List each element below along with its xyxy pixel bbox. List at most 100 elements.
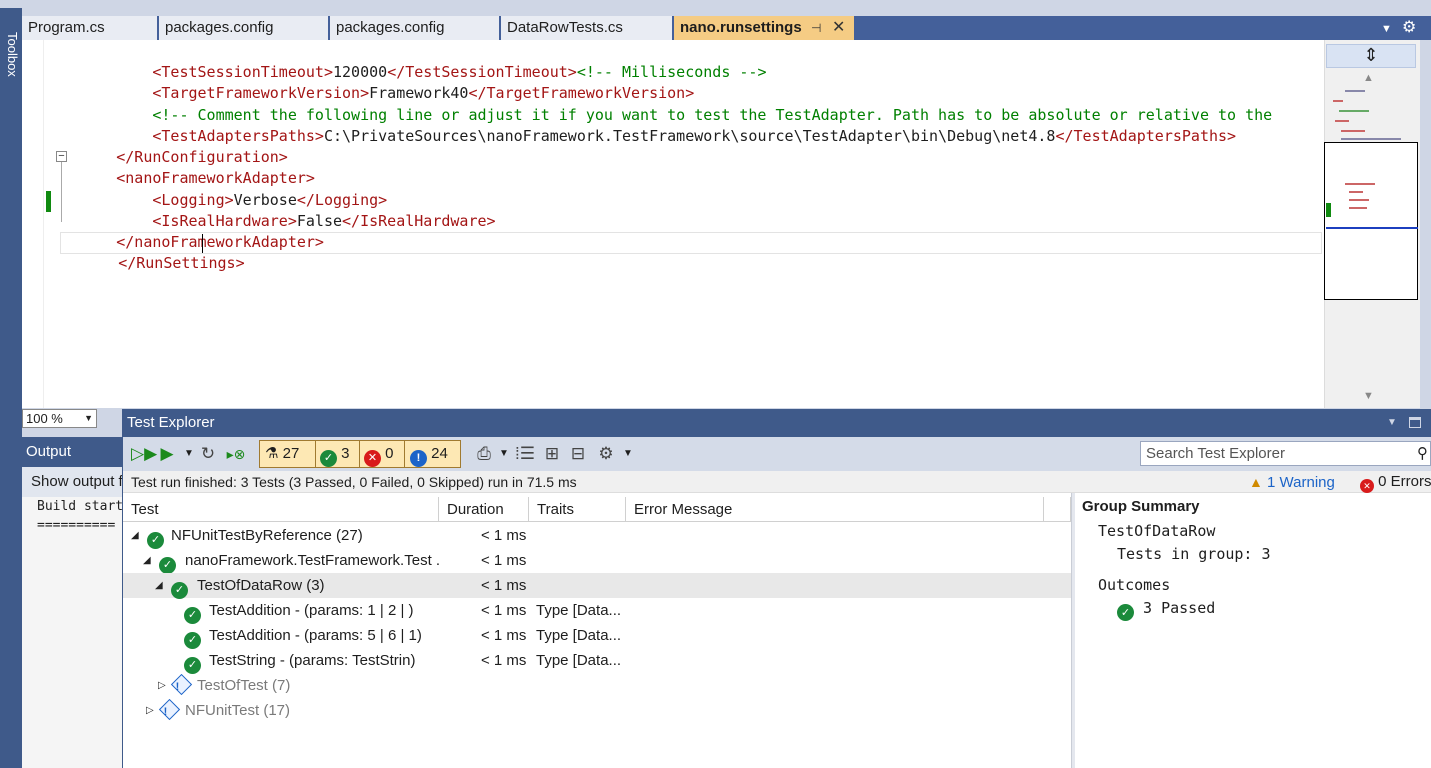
tab-label: packages.config	[336, 19, 445, 36]
scroll-down-icon[interactable]: ▼	[1363, 390, 1379, 402]
run-icon[interactable]: ▶	[159, 443, 175, 465]
tab-packages-config-1[interactable]: packages.config	[159, 16, 328, 40]
test-name: TestOfDataRow (3)	[197, 577, 325, 594]
code-line: <nanoFrameworkAdapter>	[44, 147, 315, 187]
scroll-up-icon[interactable]: ▲	[1363, 72, 1379, 84]
test-name: TestOfTest (7)	[197, 677, 291, 694]
tab-nano-runsettings[interactable]: nano.runsettings ⊣ ✕	[674, 16, 854, 40]
passed-icon: ✓	[184, 598, 201, 624]
test-row[interactable]: ▷ ! NFUnitTest (17)	[123, 698, 1071, 723]
error-icon: ✕	[1360, 479, 1374, 493]
output-source-selector[interactable]: Show output f	[22, 467, 123, 497]
test-row[interactable]: ◢ ✓ NFUnitTestByReference (27) < 1 ms	[123, 523, 1071, 549]
collapsed-arrow-icon[interactable]: ▷	[158, 673, 166, 698]
code-line: <TargetFrameworkVersion>Framework40</Tar…	[44, 62, 694, 102]
errors-indicator[interactable]: ✕ 0 Errors	[1360, 471, 1431, 493]
tab-label: nano.runsettings	[680, 19, 802, 36]
close-icon[interactable]: ✕	[832, 16, 848, 40]
test-duration: < 1 ms	[481, 552, 527, 569]
change-indicator	[46, 191, 51, 212]
tab-label: packages.config	[165, 19, 274, 36]
errors-label: 0 Errors	[1378, 473, 1431, 490]
test-row[interactable]: ✓ TestAddition - (params: 1 | 2 | ) < 1 …	[123, 598, 1071, 624]
output-pane-title[interactable]: Output	[22, 437, 123, 467]
column-header-duration[interactable]: Duration	[439, 497, 529, 522]
cancel-run-icon[interactable]: ▸⊗	[225, 443, 247, 465]
collapsed-arrow-icon[interactable]: ▷	[146, 698, 154, 723]
chevron-down-icon[interactable]: ▼	[498, 443, 510, 465]
code-editor[interactable]: <TestSessionTimeout>120000</TestSessionT…	[44, 40, 1324, 408]
expanded-arrow-icon[interactable]: ◢	[155, 573, 163, 598]
chevron-down-icon[interactable]: ▼	[183, 443, 195, 465]
xml-close-tag: </IsRealHardware>	[342, 212, 496, 230]
xml-close-tag: </RunSettings>	[118, 254, 245, 272]
toolbox-label[interactable]: Toolbox	[2, 32, 20, 78]
collapse-all-icon[interactable]: ⊟	[568, 443, 588, 465]
zoom-dropdown[interactable]: 100 % ▼	[22, 409, 97, 428]
warning-icon: ▲	[1249, 474, 1263, 490]
gear-icon[interactable]: ⚙	[596, 443, 616, 465]
tab-packages-config-2[interactable]: packages.config	[330, 16, 499, 40]
expanded-arrow-icon[interactable]: ◢	[143, 548, 151, 573]
test-row[interactable]: ✓ TestString - (params: TestStrin) < 1 m…	[123, 648, 1071, 674]
playlist-icon[interactable]: ⎙	[474, 443, 494, 465]
column-header-error-message[interactable]: Error Message	[626, 497, 1044, 522]
passed-tests-filter[interactable]: ✓ 3	[320, 443, 350, 467]
expand-all-icon[interactable]: ⊞	[542, 443, 562, 465]
code-line: <Logging>Verbose</Logging>	[44, 169, 387, 209]
xml-text: C:\PrivateSources\nanoFramework.TestFram…	[323, 127, 1056, 145]
minimap-change-marker	[1326, 203, 1331, 217]
test-duration: < 1 ms	[481, 527, 527, 544]
column-header-test[interactable]: Test	[123, 497, 439, 522]
group-name: TestOfDataRow	[1098, 522, 1216, 540]
tests-in-group-label: Tests in group:	[1117, 545, 1253, 563]
tab-datarowtests-cs[interactable]: DataRowTests.cs	[501, 16, 672, 40]
minimap-viewport[interactable]	[1324, 142, 1418, 300]
chevron-down-icon[interactable]: ▼	[622, 443, 634, 465]
notrun-tests-filter[interactable]: ! 24	[410, 443, 448, 467]
test-row[interactable]: ◢ ✓ TestOfDataRow (3) < 1 ms	[123, 573, 1071, 599]
failed-tests-filter[interactable]: ✕ 0	[364, 443, 394, 467]
editor-gutter	[22, 40, 44, 408]
error-icon: ✕	[364, 450, 381, 467]
column-header-traits[interactable]: Traits	[529, 497, 626, 522]
toolbox-strip[interactable]	[0, 8, 22, 768]
search-icon[interactable]: ⚲	[1417, 442, 1428, 465]
test-explorer-title[interactable]: Test Explorer	[122, 409, 1431, 437]
test-duration: < 1 ms	[481, 602, 527, 619]
test-row[interactable]: ◢ ✓ nanoFramework.TestFramework.Test . <…	[123, 548, 1071, 574]
test-row[interactable]: ✓ TestAddition - (params: 5 | 6 | 1) < 1…	[123, 623, 1071, 649]
run-all-icon[interactable]: ▷▶	[131, 443, 157, 465]
text-caret	[202, 234, 203, 253]
repeat-run-icon[interactable]: ↻	[199, 443, 217, 465]
split-icon[interactable]: ⇕	[1326, 44, 1416, 68]
test-row[interactable]: ▷ ! TestOfTest (7)	[123, 673, 1071, 698]
fold-guide	[61, 162, 62, 222]
tab-program-cs[interactable]: Program.cs	[22, 16, 157, 40]
search-test-explorer-input[interactable]: Search Test Explorer ⚲	[1140, 441, 1431, 466]
notrun-icon: !	[170, 673, 193, 698]
test-name: NFUnitTest (17)	[185, 702, 291, 719]
check-icon: ✓	[1117, 604, 1134, 621]
pin-icon[interactable]: ⊣	[811, 16, 827, 40]
minimap-caret-line	[1326, 227, 1418, 229]
test-traits: Type [Data...	[536, 627, 622, 644]
warnings-link[interactable]: ▲ 1 Warning	[1249, 471, 1335, 493]
group-by-icon[interactable]: ⁞☰	[514, 443, 536, 465]
tests-in-group-count: 3	[1261, 545, 1271, 563]
notrun-icon: !	[158, 698, 181, 723]
check-icon: ✓	[320, 450, 337, 467]
code-line: <TestAdaptersPaths>C:\PrivateSources\nan…	[44, 105, 1236, 145]
gear-icon[interactable]: ⚙	[1402, 16, 1420, 40]
collapse-icon[interactable]: −	[56, 151, 67, 162]
passed-count: 3	[341, 445, 350, 462]
expanded-arrow-icon[interactable]: ◢	[131, 523, 139, 548]
total-tests-filter[interactable]: ⚗ 27	[265, 443, 299, 465]
maximize-icon[interactable]	[1409, 417, 1421, 428]
total-count: 27	[282, 445, 300, 462]
tab-label: DataRowTests.cs	[507, 19, 623, 36]
chevron-down-icon[interactable]: ▼	[1381, 16, 1395, 40]
chevron-down-icon[interactable]: ▼	[1387, 409, 1403, 437]
test-count-filters: ⚗ 27 ✓ 3 ✕ 0 ! 24	[259, 440, 461, 468]
outcome-passed[interactable]: ✓ 3 Passed	[1117, 598, 1215, 621]
